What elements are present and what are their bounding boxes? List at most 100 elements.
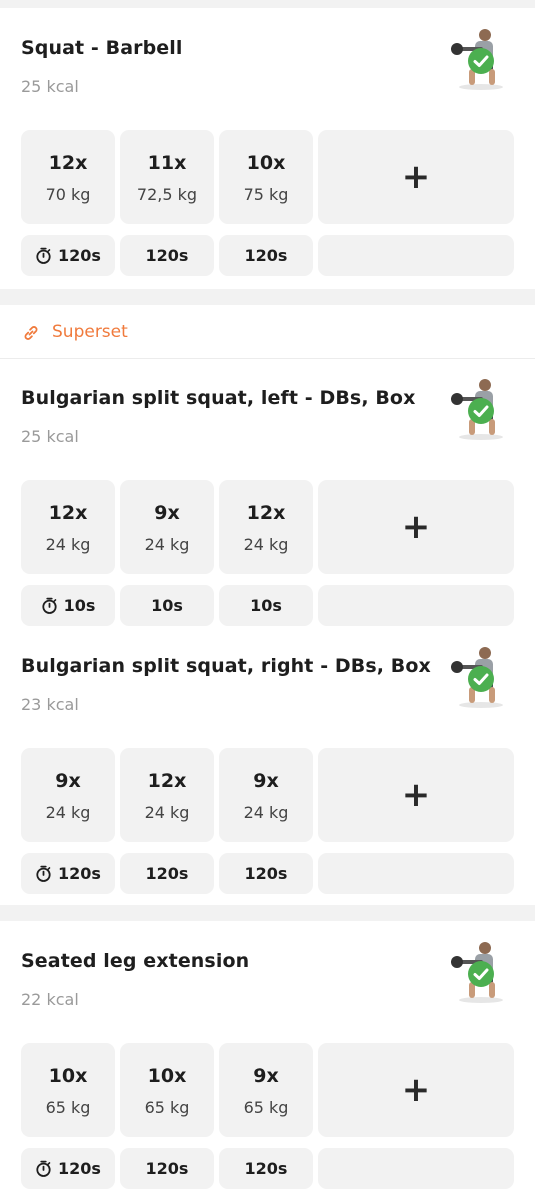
rest-time: 120s: [58, 1159, 101, 1178]
rest-row: 10s 10s 10s: [21, 585, 514, 626]
rest-timer-tile[interactable]: 120s: [120, 853, 214, 894]
set-tile[interactable]: 9x 24 kg: [21, 748, 115, 842]
rest-time: 120s: [145, 246, 189, 265]
sets-row: 9x 24 kg 12x 24 kg 9x 24 kg +: [21, 748, 514, 842]
sets-row: 12x 70 kg 11x 72,5 kg 10x 75 kg +: [21, 130, 514, 224]
rest-time: 10s: [250, 596, 282, 615]
completed-check-icon: [467, 397, 495, 425]
set-weight: 70 kg: [45, 185, 91, 204]
rest-time: 120s: [244, 864, 288, 883]
rest-time: 120s: [145, 864, 189, 883]
set-tile[interactable]: 10x 65 kg: [21, 1043, 115, 1137]
set-reps: 9x: [154, 502, 180, 524]
rest-time: 120s: [244, 246, 288, 265]
set-reps: 9x: [55, 770, 81, 792]
exercise-thumbnail[interactable]: [445, 936, 515, 1006]
set-tile[interactable]: 12x 24 kg: [21, 480, 115, 574]
completed-check-icon: [467, 47, 495, 75]
rest-timer-tile[interactable]: 120s: [21, 1148, 115, 1189]
add-set-button[interactable]: +: [318, 130, 514, 224]
plus-icon: +: [401, 157, 431, 197]
add-set-button[interactable]: +: [318, 748, 514, 842]
exercise-kcal: 22 kcal: [21, 990, 79, 1009]
set-reps: 10x: [48, 1065, 88, 1087]
set-tile[interactable]: 10x 75 kg: [219, 130, 313, 224]
exercise-thumbnail[interactable]: [445, 23, 515, 93]
rest-timer-tile[interactable]: 120s: [21, 235, 115, 276]
rest-time: 120s: [145, 1159, 189, 1178]
stopwatch-icon: [35, 1160, 52, 1177]
exercise-block[interactable]: Bulgarian split squat, left - DBs, Box 2…: [0, 359, 535, 639]
exercise-block[interactable]: Bulgarian split squat, right - DBs, Box …: [0, 627, 535, 907]
rest-row: 120s 120s 120s: [21, 1148, 514, 1189]
rest-time: 120s: [58, 246, 101, 265]
rest-timer-empty: [318, 235, 514, 276]
set-reps: 12x: [246, 502, 286, 524]
rest-timer-tile[interactable]: 10s: [21, 585, 115, 626]
exercise-block[interactable]: Squat - Barbell 25 kcal 12x 70 kg 11x 72…: [0, 9, 535, 289]
rest-timer-tile[interactable]: 120s: [219, 853, 313, 894]
set-tile[interactable]: 12x 24 kg: [219, 480, 313, 574]
add-set-button[interactable]: +: [318, 1043, 514, 1137]
exercise-title[interactable]: Bulgarian split squat, right - DBs, Box: [21, 655, 431, 677]
set-weight: 65 kg: [45, 1098, 91, 1117]
set-weight: 24 kg: [243, 803, 289, 822]
set-tile[interactable]: 9x 65 kg: [219, 1043, 313, 1137]
rest-timer-tile[interactable]: 10s: [219, 585, 313, 626]
exercise-thumbnail[interactable]: [445, 641, 515, 711]
exercise-title[interactable]: Squat - Barbell: [21, 37, 183, 59]
stopwatch-icon: [35, 865, 52, 882]
stopwatch-icon: [35, 247, 52, 264]
rest-row: 120s 120s 120s: [21, 853, 514, 894]
rest-timer-tile[interactable]: 120s: [120, 235, 214, 276]
set-weight: 65 kg: [144, 1098, 190, 1117]
rest-timer-empty: [318, 853, 514, 894]
exercise-kcal: 23 kcal: [21, 695, 79, 714]
plus-icon: +: [401, 507, 431, 547]
set-reps: 10x: [147, 1065, 187, 1087]
set-tile[interactable]: 9x 24 kg: [219, 748, 313, 842]
rest-timer-tile[interactable]: 120s: [219, 1148, 313, 1189]
stopwatch-icon: [41, 597, 58, 614]
rest-timer-tile[interactable]: 120s: [219, 235, 313, 276]
set-weight: 24 kg: [144, 803, 190, 822]
exercise-thumbnail[interactable]: [445, 373, 515, 443]
set-reps: 12x: [48, 152, 88, 174]
sets-row: 12x 24 kg 9x 24 kg 12x 24 kg +: [21, 480, 514, 574]
plus-icon: +: [401, 1070, 431, 1110]
exercise-kcal: 25 kcal: [21, 427, 79, 446]
exercise-kcal: 25 kcal: [21, 77, 79, 96]
set-tile[interactable]: 12x 24 kg: [120, 748, 214, 842]
rest-timer-tile[interactable]: 120s: [120, 1148, 214, 1189]
link-icon: [22, 324, 40, 346]
rest-timer-tile[interactable]: 10s: [120, 585, 214, 626]
superset-label: Superset: [52, 322, 128, 342]
set-reps: 9x: [253, 1065, 279, 1087]
exercise-title[interactable]: Bulgarian split squat, left - DBs, Box: [21, 387, 415, 409]
superset-header[interactable]: Superset: [0, 305, 535, 359]
set-reps: 12x: [147, 770, 187, 792]
set-tile[interactable]: 11x 72,5 kg: [120, 130, 214, 224]
rest-timer-empty: [318, 1148, 514, 1189]
rest-time: 10s: [63, 596, 96, 615]
set-tile[interactable]: 12x 70 kg: [21, 130, 115, 224]
rest-row: 120s 120s 120s: [21, 235, 514, 276]
exercise-title[interactable]: Seated leg extension: [21, 950, 249, 972]
set-tile[interactable]: 10x 65 kg: [120, 1043, 214, 1137]
set-tile[interactable]: 9x 24 kg: [120, 480, 214, 574]
set-reps: 9x: [253, 770, 279, 792]
set-weight: 24 kg: [45, 535, 91, 554]
plus-icon: +: [401, 775, 431, 815]
rest-timer-empty: [318, 585, 514, 626]
set-reps: 12x: [48, 502, 88, 524]
exercise-block[interactable]: Seated leg extension 22 kcal 10x 65 kg 1…: [0, 922, 535, 1200]
set-weight: 65 kg: [243, 1098, 289, 1117]
set-weight: 75 kg: [243, 185, 289, 204]
rest-time: 120s: [58, 864, 101, 883]
set-weight: 24 kg: [45, 803, 91, 822]
add-set-button[interactable]: +: [318, 480, 514, 574]
rest-timer-tile[interactable]: 120s: [21, 853, 115, 894]
sets-row: 10x 65 kg 10x 65 kg 9x 65 kg +: [21, 1043, 514, 1137]
rest-time: 120s: [244, 1159, 288, 1178]
set-weight: 72,5 kg: [136, 185, 198, 204]
